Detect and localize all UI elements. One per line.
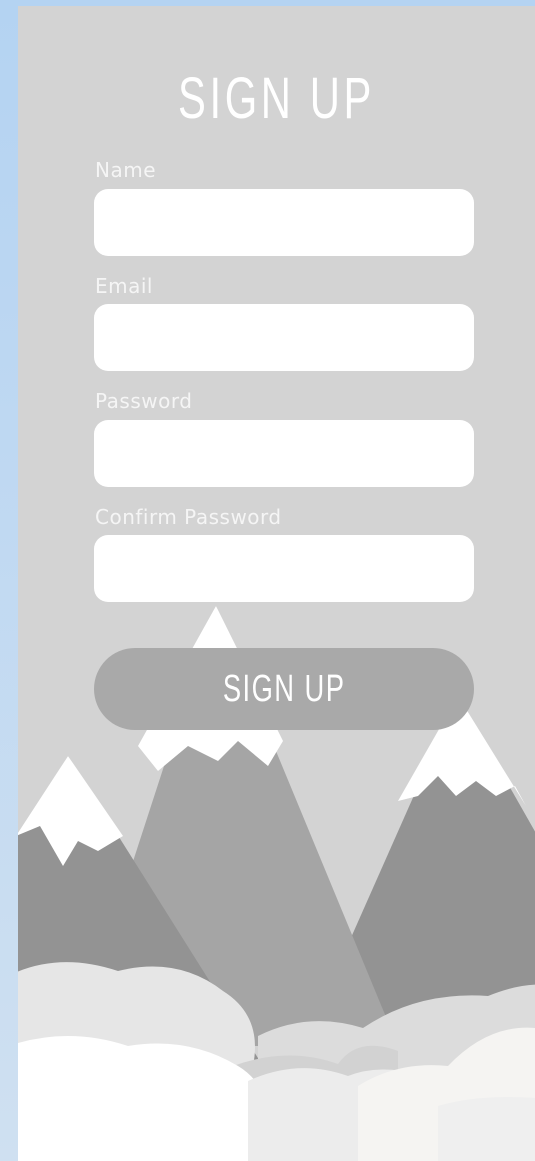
page-title: SIGN UP	[178, 66, 375, 131]
sign-up-button-label: SIGN UP	[222, 667, 346, 710]
name-label: Name	[95, 158, 157, 182]
confirm-password-label: Confirm Password	[95, 505, 282, 529]
email-input[interactable]	[94, 304, 474, 371]
sign-up-button[interactable]: SIGN UP	[94, 648, 474, 730]
name-input[interactable]	[94, 189, 474, 256]
password-input[interactable]	[94, 420, 474, 487]
signup-card: SIGN UP Name Email Password Confirm Pass…	[18, 6, 535, 1161]
password-label: Password	[95, 389, 193, 413]
confirm-password-input[interactable]	[94, 535, 474, 602]
email-label: Email	[95, 274, 153, 298]
